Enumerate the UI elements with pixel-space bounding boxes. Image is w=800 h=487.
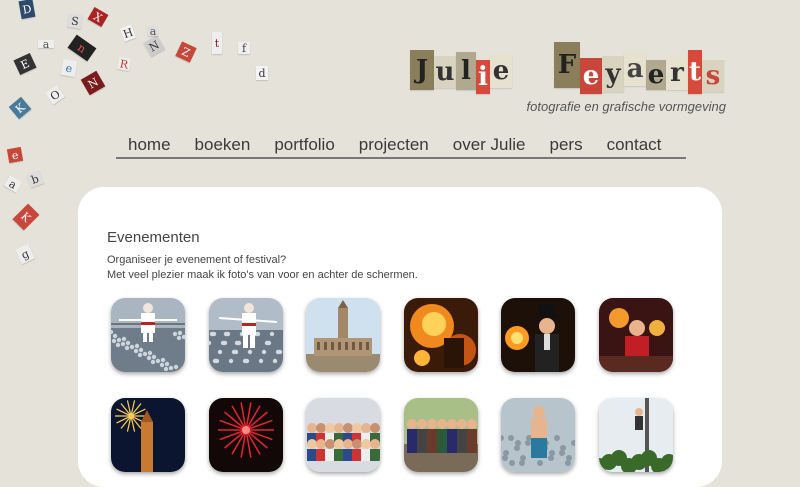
logo-letter: l — [456, 52, 476, 90]
thumbnail-photo — [306, 298, 380, 372]
nav-home[interactable]: home — [116, 135, 183, 157]
nav-portfolio[interactable]: portfolio — [262, 135, 346, 157]
collage-letter: e — [60, 58, 78, 78]
thumbnail-photo — [208, 298, 283, 372]
gallery-thumbnail[interactable] — [306, 398, 380, 472]
collage-letter: e — [6, 146, 24, 164]
nav-contact[interactable]: contact — [595, 135, 674, 157]
collage-letter: H — [119, 24, 137, 42]
nav-pers[interactable]: pers — [538, 135, 595, 157]
thumbnail-photo — [598, 398, 673, 472]
collage-letter: a — [38, 39, 54, 50]
collage-letter: O — [45, 85, 65, 105]
collage-letter: N — [143, 35, 165, 57]
collage-letter: t — [212, 32, 222, 54]
thumbnail-photo — [403, 398, 478, 472]
collage-letter: g — [15, 243, 35, 265]
collage-letter: N — [80, 70, 106, 96]
collage-letter: E — [13, 52, 37, 76]
collage-letter: a — [148, 24, 158, 38]
gallery-thumbnail[interactable] — [501, 298, 575, 372]
thumbnail-photo — [208, 398, 283, 472]
collage-letter: Z — [175, 41, 197, 63]
section-title: Evenementen — [107, 229, 200, 246]
collage-letter: n — [67, 34, 97, 62]
logo-letter: e — [490, 54, 512, 88]
description-line-2: Met veel plezier maak ik foto's van voor… — [107, 269, 418, 281]
site-logo[interactable]: Julie Feyaerts — [410, 42, 730, 102]
gallery-thumbnail[interactable] — [598, 298, 673, 372]
collage-letter: S — [67, 13, 83, 29]
logo-letter: J — [410, 50, 434, 90]
logo-letter: F — [554, 42, 580, 88]
thumbnail-photo — [403, 298, 478, 372]
collage-letter: X — [87, 6, 109, 28]
logo-letter: e — [646, 60, 666, 90]
gallery-thumbnail[interactable] — [403, 398, 478, 472]
thumbnail-photo — [598, 298, 673, 372]
gallery-thumbnail[interactable] — [501, 398, 575, 472]
description-line-1: Organiseer je evenement of festival? — [107, 254, 287, 266]
gallery-thumbnail[interactable] — [306, 298, 380, 372]
gallery-thumbnail[interactable] — [111, 398, 185, 472]
gallery-thumbnail[interactable] — [208, 398, 283, 472]
nav-over-julie[interactable]: over Julie — [441, 135, 538, 157]
main-navigation: home boeken portfolio projecten over Jul… — [116, 135, 686, 159]
thumbnail-photo — [306, 398, 380, 472]
thumbnail-photo — [501, 298, 575, 372]
collage-letter: K — [12, 203, 40, 231]
collage-letter: b — [26, 170, 44, 188]
nav-boeken[interactable]: boeken — [183, 135, 263, 157]
thumbnail-photo — [501, 398, 575, 472]
logo-letter: u — [434, 56, 456, 88]
logo-letter: y — [602, 56, 624, 92]
thumbnail-photo — [111, 398, 185, 472]
logo-letter: r — [666, 56, 688, 90]
collage-letter: f — [238, 42, 250, 54]
gallery-thumbnail[interactable] — [403, 298, 478, 372]
logo-letter: t — [688, 50, 702, 94]
collage-letter: D — [18, 0, 36, 20]
gallery-thumbnail[interactable] — [598, 398, 673, 472]
nav-projecten[interactable]: projecten — [347, 135, 441, 157]
gallery-thumbnail[interactable] — [111, 298, 185, 372]
logo-letter: i — [476, 60, 490, 94]
logo-letter: s — [702, 60, 724, 92]
thumbnail-photo — [111, 298, 185, 372]
site-tagline: fotografie en grafische vormgeving — [526, 99, 726, 114]
collage-letter: a — [3, 175, 23, 193]
section-description: Organiseer je evenement of festival? Met… — [107, 253, 418, 283]
gallery-thumbnail[interactable] — [208, 298, 283, 372]
collage-letter: d — [256, 66, 268, 80]
logo-letter: a — [624, 52, 646, 86]
logo-letter: e — [580, 58, 602, 94]
collage-letter: R — [117, 56, 131, 72]
collage-letter: K — [8, 96, 32, 120]
